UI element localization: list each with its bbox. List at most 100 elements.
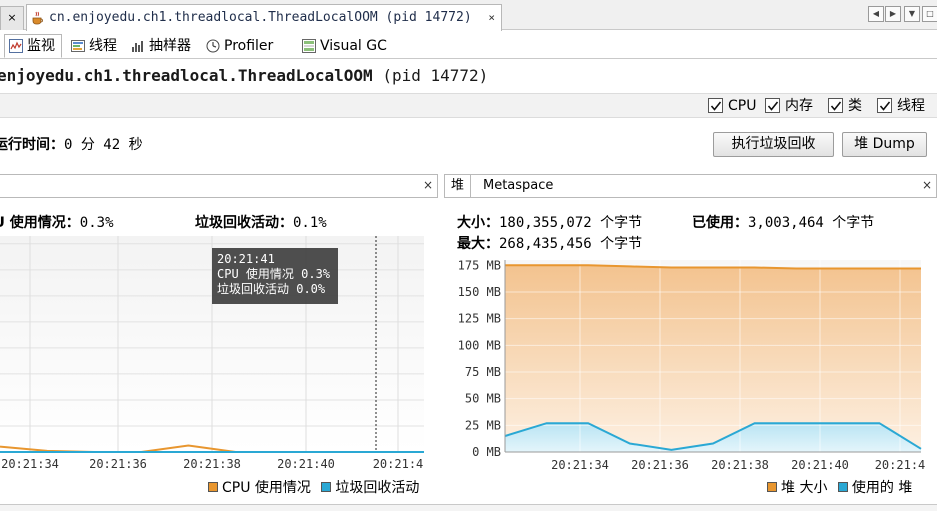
- cpu-usage-label: CPU 使用情况：: [0, 215, 80, 231]
- heap-chart-legend: 堆 大小 使用的 堆: [767, 477, 912, 497]
- cpu-checkbox[interactable]: CPU: [708, 97, 756, 115]
- threads-icon: [71, 40, 85, 52]
- heap-size-legend-label: 堆 大小: [781, 480, 828, 496]
- heap-x-tick-label: 20:21:34: [551, 458, 609, 472]
- gc-activity-stat: 垃圾回收活动：0.1%: [195, 212, 327, 232]
- heap-y-tick-label: 75 MB: [465, 365, 501, 379]
- cpu-chart-tooltip: 20:21:41 CPU 使用情况 0.3% 垃圾回收活动 0.0%: [212, 248, 338, 304]
- java-cup-icon: [32, 11, 43, 25]
- heap-x-tick-label: 20:21:38: [711, 458, 769, 472]
- threads-checkbox-label: 线程: [897, 98, 925, 114]
- cpu-panel-header: ×: [0, 174, 438, 198]
- tab-profiler-label: Profiler: [224, 38, 274, 54]
- threads-checkbox-box[interactable]: [877, 98, 892, 113]
- threads-checkbox[interactable]: 线程: [877, 97, 925, 115]
- memory-panel-header: 堆 Metaspace ×: [444, 174, 937, 198]
- cpu-checkbox-label: CPU: [728, 98, 757, 114]
- tab-heap[interactable]: 堆: [445, 175, 472, 197]
- heap-size-legend-swatch: [767, 482, 777, 492]
- tab-visual-gc-label: Visual GC: [320, 38, 387, 54]
- tab-sampler-label: 抽样器: [149, 38, 191, 54]
- cpu-usage-value: 0.3%: [79, 215, 114, 231]
- cpu-checkbox-box[interactable]: [708, 98, 723, 113]
- memory-panel-close-button[interactable]: ×: [922, 178, 932, 192]
- cpu-x-tick-label: 20:21:4: [373, 457, 424, 471]
- cpu-legend-swatch: [208, 482, 218, 492]
- restore-window-icon[interactable]: □: [922, 6, 937, 22]
- classes-checkbox-box[interactable]: [828, 98, 843, 113]
- cpu-panel-close-button[interactable]: ×: [423, 178, 433, 192]
- heap-x-tick-label: 20:21:36: [631, 458, 689, 472]
- heap-y-tick-label: 125 MB: [458, 312, 501, 326]
- uptime-value: 0 分 42 秒: [64, 137, 143, 153]
- memory-checkbox-box[interactable]: [765, 98, 780, 113]
- heap-used-label: 已使用：: [692, 215, 748, 231]
- cpu-x-tick-label: 20:21:34: [1, 457, 59, 471]
- heap-y-tick-label: 25 MB: [465, 418, 501, 432]
- view-tab-bar: 监视 线程 抽样器 Profiler Visual GC: [0, 31, 937, 59]
- memory-checkbox[interactable]: 内存: [765, 97, 813, 115]
- heap-size-value: 180,355,072 个字节: [499, 215, 643, 231]
- lower-panels-edge: [0, 504, 937, 511]
- heap-size-label: 大小：: [457, 215, 499, 231]
- uptime-label: 运行时间：: [0, 137, 64, 153]
- application-class-name: enjoyedu.ch1.threadlocal.ThreadLocalOOM: [0, 66, 373, 85]
- cpu-x-tick-label: 20:21:38: [183, 457, 241, 471]
- memory-checkbox-label: 内存: [785, 98, 813, 114]
- heap-y-tick-label: 150 MB: [458, 285, 501, 299]
- scroll-left-icon[interactable]: ◀: [868, 6, 884, 22]
- heap-used-value: 3,003,464 个字节: [748, 215, 875, 231]
- heap-y-tick-label: 50 MB: [465, 392, 501, 406]
- tab-sampler[interactable]: 抽样器: [126, 34, 198, 58]
- gc-activity-label: 垃圾回收活动：: [195, 215, 293, 231]
- document-tab-bar: × cn.enjoyedu.ch1.threadlocal.ThreadLoca…: [0, 0, 937, 31]
- gc-legend-swatch: [321, 482, 332, 492]
- document-tab-threadlocal-oom[interactable]: cn.enjoyedu.ch1.threadlocal.ThreadLocalO…: [26, 4, 502, 31]
- chart-visibility-options: CPU 内存 类 线程: [0, 93, 937, 118]
- heap-used-stat: 已使用：3,003,464 个字节: [692, 212, 874, 232]
- heap-dump-button[interactable]: 堆 Dump: [842, 132, 927, 157]
- profiler-icon: [206, 39, 220, 53]
- cpu-x-tick-label: 20:21:40: [277, 457, 335, 471]
- document-tab-close-button[interactable]: ×: [488, 5, 495, 31]
- tab-monitor-label: 监视: [27, 38, 55, 54]
- previous-tab-close-button[interactable]: ×: [0, 6, 24, 30]
- uptime: 运行时间：0 分 42 秒: [0, 134, 143, 154]
- monitor-icon: [9, 39, 23, 53]
- scroll-right-icon[interactable]: ▶: [885, 6, 901, 22]
- visual-gc-icon: [302, 39, 316, 53]
- tab-profiler[interactable]: Profiler: [201, 34, 280, 58]
- cpu-legend-label: CPU 使用情况: [222, 480, 311, 496]
- heap-max-stat: 最大：268,435,456 个字节: [457, 233, 642, 253]
- perform-gc-button[interactable]: 执行垃圾回收: [713, 132, 834, 157]
- heap-y-tick-label: 0 MB: [472, 445, 501, 459]
- heap-max-value: 268,435,456 个字节: [499, 236, 643, 252]
- tab-monitor[interactable]: 监视: [4, 34, 62, 58]
- heap-y-tick-label: 175 MB: [458, 258, 501, 272]
- heap-x-tick-label: 20:21:40: [791, 458, 849, 472]
- tab-list-dropdown-icon[interactable]: ▼: [904, 6, 920, 22]
- heap-size-stat: 大小：180,355,072 个字节: [457, 212, 642, 232]
- tooltip-time: 20:21:41: [217, 252, 275, 266]
- used-heap-legend-swatch: [837, 482, 848, 492]
- tab-threads[interactable]: 线程: [66, 34, 124, 58]
- application-title: enjoyedu.ch1.threadlocal.ThreadLocalOOM …: [0, 66, 488, 85]
- tab-metaspace[interactable]: Metaspace: [477, 175, 559, 197]
- cpu-usage-stat: CPU 使用情况：0.3%: [0, 212, 114, 232]
- cpu-x-tick-label: 20:21:36: [89, 457, 147, 471]
- used-heap-legend-label: 使用的 堆: [851, 480, 913, 496]
- sampler-icon: [132, 41, 143, 52]
- classes-checkbox[interactable]: 类: [828, 97, 862, 115]
- application-pid: (pid 14772): [382, 66, 489, 85]
- heap-max-label: 最大：: [457, 236, 499, 252]
- gc-activity-value: 0.1%: [293, 215, 327, 231]
- heap-x-tick-label: 20:21:4: [875, 458, 926, 472]
- heap-y-tick-label: 100 MB: [458, 338, 501, 352]
- tab-visual-gc[interactable]: Visual GC: [297, 34, 394, 58]
- classes-checkbox-label: 类: [848, 98, 862, 114]
- tooltip-cpu-line: CPU 使用情况 0.3%: [217, 267, 331, 281]
- gc-legend-label: 垃圾回收活动: [335, 480, 420, 496]
- tab-threads-label: 线程: [89, 38, 117, 54]
- heap-chart: 0 MB 25 MB 50 MB 75 MB 100 MB 125 MB 150 MB 175…: [458, 258, 926, 472]
- tooltip-gc-line: 垃圾回收活动 0.0%: [217, 282, 326, 296]
